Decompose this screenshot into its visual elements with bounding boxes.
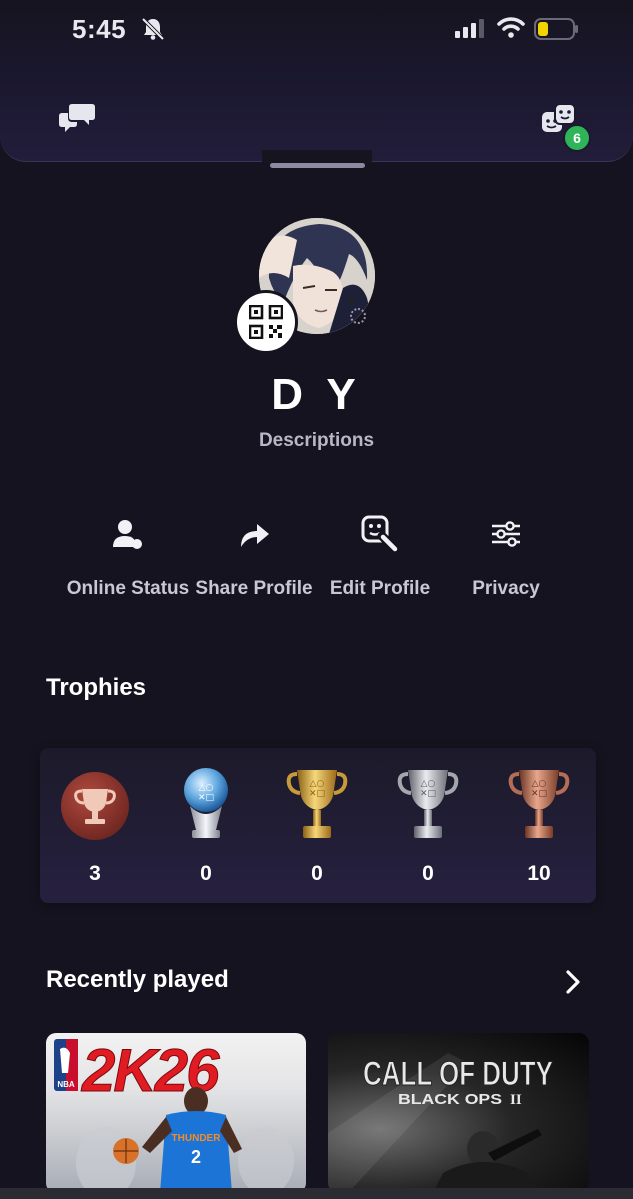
- cod-roman-text: II: [510, 1092, 522, 1108]
- trophy-level-count: 3: [89, 862, 101, 885]
- cell-signal-icon: [455, 19, 484, 38]
- online-status-label: Online Status: [66, 578, 190, 599]
- trophies-title: Trophies: [46, 674, 147, 701]
- game-tile-call-of-duty[interactable]: CALL OF DUTY BLACK OPS II: [328, 1033, 589, 1193]
- svg-text:△○: △○: [421, 779, 436, 789]
- share-arrow-icon: [241, 524, 269, 547]
- edit-profile-label: Edit Profile: [329, 578, 431, 599]
- qr-code-icon: [249, 305, 283, 339]
- cod-subtitle-text: BLACK OPS: [398, 1091, 502, 1108]
- svg-text:△○: △○: [310, 779, 325, 789]
- trophy-silver-count: 0: [422, 862, 434, 885]
- person-status-icon: [113, 520, 142, 549]
- home-indicator-bar: [0, 1188, 633, 1199]
- edit-profile-button[interactable]: Edit Profile: [315, 512, 445, 600]
- online-status-button[interactable]: Online Status: [63, 512, 193, 600]
- chevron-right-icon[interactable]: [563, 968, 583, 996]
- trophy-bronze: △○ ✕□ 10: [494, 766, 584, 886]
- nba-2k26-cover: NBA 2K26 THUNDER 2: [54, 1037, 294, 1193]
- call-of-duty-cover: CALL OF DUTY BLACK OPS II: [328, 1053, 554, 1193]
- recently-played-title: Recently played: [46, 966, 229, 993]
- chat-bubbles-icon[interactable]: [58, 100, 96, 136]
- trophy-platinum-count: 0: [200, 862, 212, 885]
- platinum-trophy-icon: △○ ✕□: [184, 768, 228, 838]
- nba-logo-text: NBA: [57, 1080, 75, 1089]
- online-status-indicator: [350, 308, 366, 324]
- jersey-number-text: 2: [191, 1147, 201, 1167]
- bell-muted-icon: [141, 17, 165, 41]
- status-time: 5:45: [72, 14, 127, 44]
- gold-trophy-icon: △○ ✕□: [286, 770, 348, 838]
- silver-trophy-icon: △○ ✕□: [397, 770, 459, 838]
- sliders-icon: [492, 521, 520, 547]
- wifi-icon: [497, 17, 525, 38]
- share-profile-button[interactable]: Share Profile: [189, 512, 319, 600]
- profile-name: D Y: [271, 370, 362, 419]
- privacy-label: Privacy: [472, 578, 540, 599]
- trophy-bronze-count: 10: [527, 862, 551, 885]
- friends-badge: 6: [563, 124, 591, 152]
- privacy-button[interactable]: Privacy: [441, 512, 571, 600]
- edit-face-icon: [361, 515, 399, 553]
- share-profile-label: Share Profile: [195, 578, 313, 599]
- game-tile-nba-2k26[interactable]: NBA 2K26 THUNDER 2: [46, 1033, 306, 1193]
- drag-handle[interactable]: [270, 163, 365, 168]
- trophy-silver: △○ ✕□ 0: [383, 766, 473, 886]
- svg-text:△○: △○: [532, 779, 547, 789]
- cod-title-text: CALL OF DUTY: [363, 1055, 553, 1093]
- svg-text:✕□: ✕□: [309, 789, 325, 799]
- svg-text:✕□: ✕□: [420, 789, 436, 799]
- svg-text:✕□: ✕□: [198, 793, 214, 803]
- panel-notch: [262, 150, 372, 164]
- trophy-level: 3: [50, 766, 140, 886]
- trophy-gold-count: 0: [311, 862, 323, 885]
- trophy-platinum: △○ ✕□ 0: [161, 766, 251, 886]
- svg-text:✕□: ✕□: [531, 789, 547, 799]
- profile-description: Descriptions: [258, 430, 375, 451]
- bronze-trophy-icon: △○ ✕□: [508, 770, 570, 838]
- trophy-level-icon: [61, 772, 129, 840]
- trophy-gold: △○ ✕□ 0: [272, 766, 362, 886]
- qr-code-button[interactable]: [234, 290, 298, 354]
- battery-icon: [534, 18, 578, 40]
- svg-text:△○: △○: [199, 783, 214, 793]
- jersey-team-text: THUNDER: [172, 1133, 222, 1144]
